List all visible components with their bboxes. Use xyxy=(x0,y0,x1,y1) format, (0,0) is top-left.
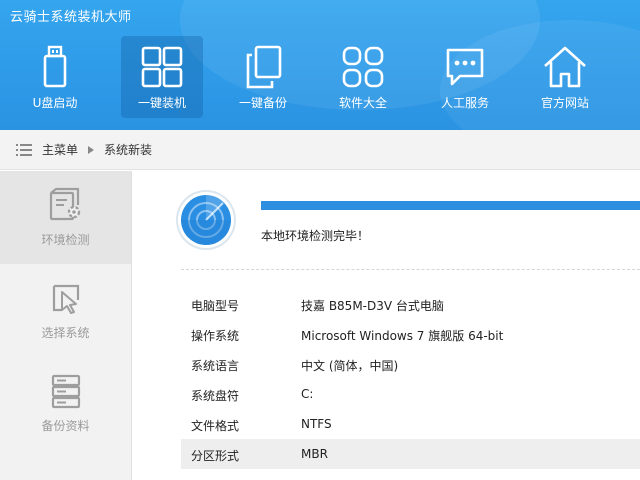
info-row-system-drive: 系统盘符 C: xyxy=(181,379,640,409)
info-value: NTFS xyxy=(301,417,332,431)
nav-label: 一键备份 xyxy=(238,96,287,110)
info-value: C: xyxy=(301,387,314,401)
info-key: 操作系统 xyxy=(191,329,240,343)
nav-label: U盘启动 xyxy=(32,96,78,110)
info-value: Microsoft Windows 7 旗舰版 64-bit xyxy=(301,329,504,343)
cursor-select-icon xyxy=(52,284,79,314)
radar-scan-icon xyxy=(176,190,236,250)
backup-copy-icon xyxy=(246,45,282,89)
info-key: 分区形式 xyxy=(191,449,240,463)
sidebar-label: 选择系统 xyxy=(41,326,90,340)
sidebar-item-environment-check[interactable]: 环境检测 xyxy=(0,171,131,264)
environment-check-icon xyxy=(49,187,80,221)
breadcrumb-home[interactable]: 主菜单 xyxy=(42,141,78,158)
info-key: 系统语言 xyxy=(191,359,240,373)
step-sidebar: 环境检测 选择系统 备份资料 xyxy=(0,171,132,480)
nav-item-software[interactable]: 软件大全 xyxy=(322,36,404,118)
nav-label: 软件大全 xyxy=(338,96,387,110)
main-nav: U盘启动 一键装机 一键备份 软件大全 人工服务 官方网站 xyxy=(0,36,640,120)
nav-item-one-click-backup[interactable]: 一键备份 xyxy=(222,36,304,118)
main-panel: 本地环境检测完毕！ 电脑型号 技嘉 B85M-D3V 台式电脑 操作系统 Mic… xyxy=(133,171,640,480)
sidebar-item-select-system[interactable]: 选择系统 xyxy=(0,264,131,357)
app-header: 云骑士系统装机大师 U盘启动 一键装机 一键备份 软件大全 人工服务 官方网站 xyxy=(0,0,640,130)
nav-item-official-site[interactable]: 官方网站 xyxy=(524,36,606,118)
breadcrumb: 主菜单 系统新装 xyxy=(0,130,640,170)
info-value: MBR xyxy=(301,447,328,461)
info-key: 文件格式 xyxy=(191,419,240,433)
detection-status-text: 本地环境检测完毕！ xyxy=(261,229,370,243)
chat-bubble-icon xyxy=(446,48,484,86)
info-row-language: 系统语言 中文 (简体，中国) xyxy=(181,349,640,379)
nav-item-support[interactable]: 人工服务 xyxy=(424,36,506,118)
server-stack-icon xyxy=(51,374,80,409)
detection-progress-bar xyxy=(261,201,640,210)
sidebar-item-backup-data[interactable]: 备份资料 xyxy=(0,357,131,450)
nav-item-usb-boot[interactable]: U盘启动 xyxy=(14,36,96,118)
breadcrumb-arrow-icon xyxy=(88,145,95,154)
sidebar-label: 环境检测 xyxy=(41,233,90,247)
menu-list-icon xyxy=(16,143,32,156)
detection-progress-fill xyxy=(261,201,640,210)
nav-label: 官方网站 xyxy=(540,96,589,110)
usb-drive-icon xyxy=(43,45,67,88)
nav-label: 一键装机 xyxy=(137,96,186,110)
app-title: 云骑士系统装机大师 xyxy=(10,10,132,25)
system-info-table: 电脑型号 技嘉 B85M-D3V 台式电脑 操作系统 Microsoft Win… xyxy=(181,289,640,469)
info-row-model: 电脑型号 技嘉 B85M-D3V 台式电脑 xyxy=(181,289,640,319)
app-grid-icon xyxy=(342,46,384,88)
nav-item-one-click-install[interactable]: 一键装机 xyxy=(121,36,203,118)
home-icon xyxy=(544,46,586,88)
info-value: 中文 (简体，中国) xyxy=(301,359,399,373)
info-row-file-format: 文件格式 NTFS xyxy=(181,409,640,439)
info-key: 电脑型号 xyxy=(191,299,240,313)
nav-label: 人工服务 xyxy=(440,96,489,110)
breadcrumb-current: 系统新装 xyxy=(104,143,153,157)
sidebar-label: 备份资料 xyxy=(41,419,90,433)
info-row-os: 操作系统 Microsoft Windows 7 旗舰版 64-bit xyxy=(181,319,640,349)
info-row-partition-style: 分区形式 MBR xyxy=(181,439,640,469)
windows-logo-icon xyxy=(141,46,183,88)
info-key: 系统盘符 xyxy=(191,389,240,403)
dashed-divider xyxy=(181,269,640,270)
info-value: 技嘉 B85M-D3V 台式电脑 xyxy=(301,299,444,313)
